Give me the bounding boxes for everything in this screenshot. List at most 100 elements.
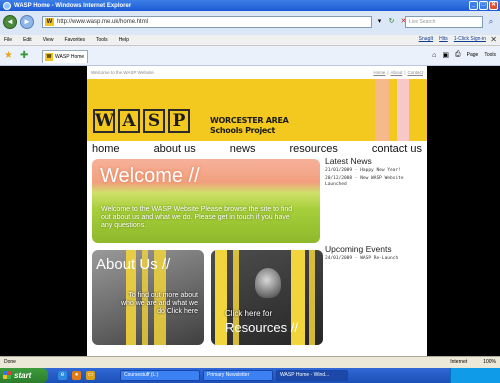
nav-contact-us[interactable]: contact us (372, 143, 422, 155)
logo-letter: A (118, 109, 140, 133)
menu-help[interactable]: Help (119, 37, 129, 43)
resources-card-title: Resources // (225, 320, 298, 335)
refresh-icon[interactable]: ↻ (387, 17, 396, 26)
favorites-star-icon[interactable]: ★ (4, 50, 13, 61)
site-banner: W A S P WORCESTER AREA Schools Project (87, 79, 427, 141)
nav-news[interactable]: news (230, 143, 256, 155)
upcoming-events-heading: Upcoming Events (325, 244, 392, 254)
upcoming-events: Upcoming Events 24/01/2009 - WASP Re-Lau… (325, 244, 423, 264)
wasp-logo[interactable]: W A S P (93, 109, 190, 133)
event-item[interactable]: 24/01/2009 - WASP Re-Launch (325, 256, 423, 262)
banner-title-line1: WORCESTER AREA (210, 116, 289, 125)
news-item[interactable]: 20/12/2008 - New WASP Website Launched (325, 176, 423, 188)
tools-menu[interactable]: Tools (484, 52, 496, 58)
folder-quicklaunch-icon[interactable]: ▭ (86, 371, 95, 380)
maximize-button[interactable]: □ (479, 1, 488, 10)
print-icon[interactable]: ⎙ (455, 51, 461, 59)
welcome-title: Welcome // (100, 165, 200, 187)
address-toolbar: ◄ ► W http://www.wasp.me.uk/home.html ▾ … (0, 11, 500, 35)
logo-letter: W (93, 109, 115, 133)
task-primary-newsletter[interactable]: Primary Newsletter (203, 370, 273, 381)
task-wasp-home[interactable]: WASP Home - Wind... (276, 370, 348, 381)
window-title: WASP Home - Windows Internet Explorer (14, 2, 132, 9)
snagit-link[interactable]: SnagIt (419, 36, 433, 42)
wasp-page: Welcome to the WASP Website Home | About… (87, 66, 427, 356)
status-bar: Done Internet 100% (0, 356, 500, 368)
back-button[interactable]: ◄ (3, 15, 17, 29)
address-field[interactable]: W http://www.wasp.me.uk/home.html (42, 16, 372, 28)
close-button[interactable]: ✕ (489, 1, 498, 10)
task-coursestuff[interactable]: Coursestuff (L:) (120, 370, 200, 381)
welcome-panel: Welcome // Welcome to the WASP Website P… (92, 159, 320, 243)
logo-letter: P (168, 109, 190, 133)
forward-button[interactable]: ► (20, 15, 34, 29)
about-us-card[interactable]: About Us // To find out more about who w… (92, 250, 204, 345)
status-right: Internet 100% (450, 357, 496, 368)
tab-label: WASP Home (55, 54, 85, 60)
menu-favorites[interactable]: Favorites (64, 37, 85, 43)
top-links: Home | About | Contact (373, 70, 423, 75)
top-link-about[interactable]: About (391, 70, 403, 75)
hits-link[interactable]: Hits (439, 36, 448, 42)
start-button[interactable]: start (0, 368, 48, 383)
site-favicon-icon: W (45, 18, 54, 26)
windows-flag-icon (3, 371, 11, 379)
top-link-separator: | (404, 70, 406, 75)
ie-icon (3, 1, 11, 10)
nav-about-us[interactable]: about us (154, 143, 196, 155)
menu-edit[interactable]: Edit (23, 37, 32, 43)
menu-bar: File Edit View Favorites Tools Help Snag… (0, 35, 500, 46)
window-titlebar: WASP Home - Windows Internet Explorer _ … (0, 0, 500, 11)
news-item[interactable]: 21/01/2009 - Happy New Year! (325, 168, 423, 174)
welcome-body: Welcome to the WASP Website Please brows… (101, 206, 293, 229)
banner-title-line2: Schools Project (210, 126, 276, 135)
status-text: Done (4, 359, 16, 365)
browser-viewport: Welcome to the WASP Website Home | About… (0, 66, 500, 356)
feeds-icon[interactable]: ▣ (442, 51, 449, 59)
windows-taskbar: start e ● ▭ Coursestuff (L:) Primary New… (0, 368, 500, 383)
welcome-tagline: Welcome to the WASP Website (91, 70, 154, 75)
internet-zone: Internet (450, 359, 468, 365)
main-nav: home about us news resources contact us (87, 141, 427, 157)
resources-card[interactable]: Click here for Resources // (211, 250, 323, 345)
close-toolbar-icon[interactable]: ✕ (490, 35, 497, 44)
page-menu[interactable]: Page (467, 52, 479, 58)
logo-letter: S (143, 109, 165, 133)
firefox-quicklaunch-icon[interactable]: ● (72, 371, 81, 380)
top-link-separator: | (387, 70, 389, 75)
home-icon[interactable]: ⌂ (432, 52, 436, 59)
address-dropdown-icon[interactable]: ▾ (375, 17, 384, 26)
tab-favicon-icon: W (45, 53, 53, 61)
top-link-home[interactable]: Home (373, 70, 385, 75)
start-label: start (14, 371, 32, 380)
resources-card-text: Click here for (225, 309, 273, 318)
ie-quicklaunch-icon[interactable]: e (58, 371, 67, 380)
latest-news-heading: Latest News (325, 156, 372, 166)
tab-wasp-home[interactable]: W WASP Home (42, 50, 88, 63)
about-card-title: About Us // (96, 256, 171, 273)
lightbulb-icon (255, 268, 281, 298)
sidebar: Latest News 21/01/2009 - Happy New Year!… (325, 156, 423, 261)
menu-tools[interactable]: Tools (96, 37, 108, 43)
menu-view[interactable]: View (43, 37, 54, 43)
tab-bar: ★ ✚ W WASP Home ⌂ ▣ ⎙ Page Tools (0, 46, 500, 66)
top-link-contact[interactable]: Contact (407, 70, 423, 75)
one-click-signin-link[interactable]: 1-Click Sign-in (454, 36, 486, 42)
nav-resources[interactable]: resources (290, 143, 338, 155)
system-tray (450, 368, 500, 383)
address-actions: ▾ ↻ ✕ (375, 17, 408, 26)
zoom-level[interactable]: 100% (483, 357, 496, 368)
banner-stripes (375, 79, 427, 141)
about-card-text: To find out more about who we are and wh… (120, 292, 198, 315)
search-icon[interactable]: ⌕ (485, 16, 497, 28)
command-bar: ⌂ ▣ ⎙ Page Tools (432, 51, 496, 59)
nav-home[interactable]: home (92, 143, 120, 155)
search-input[interactable]: Live Search (405, 16, 483, 28)
toolbar-links: SnagIt Hits 1-Click Sign-in (419, 36, 486, 42)
add-favorites-icon[interactable]: ✚ (20, 50, 28, 61)
page-top-strip: Welcome to the WASP Website Home | About… (87, 66, 427, 79)
menu-file[interactable]: File (4, 37, 12, 43)
minimize-button[interactable]: _ (469, 1, 478, 10)
window-controls: _ □ ✕ (469, 1, 498, 10)
quick-launch: e ● ▭ (58, 371, 95, 380)
